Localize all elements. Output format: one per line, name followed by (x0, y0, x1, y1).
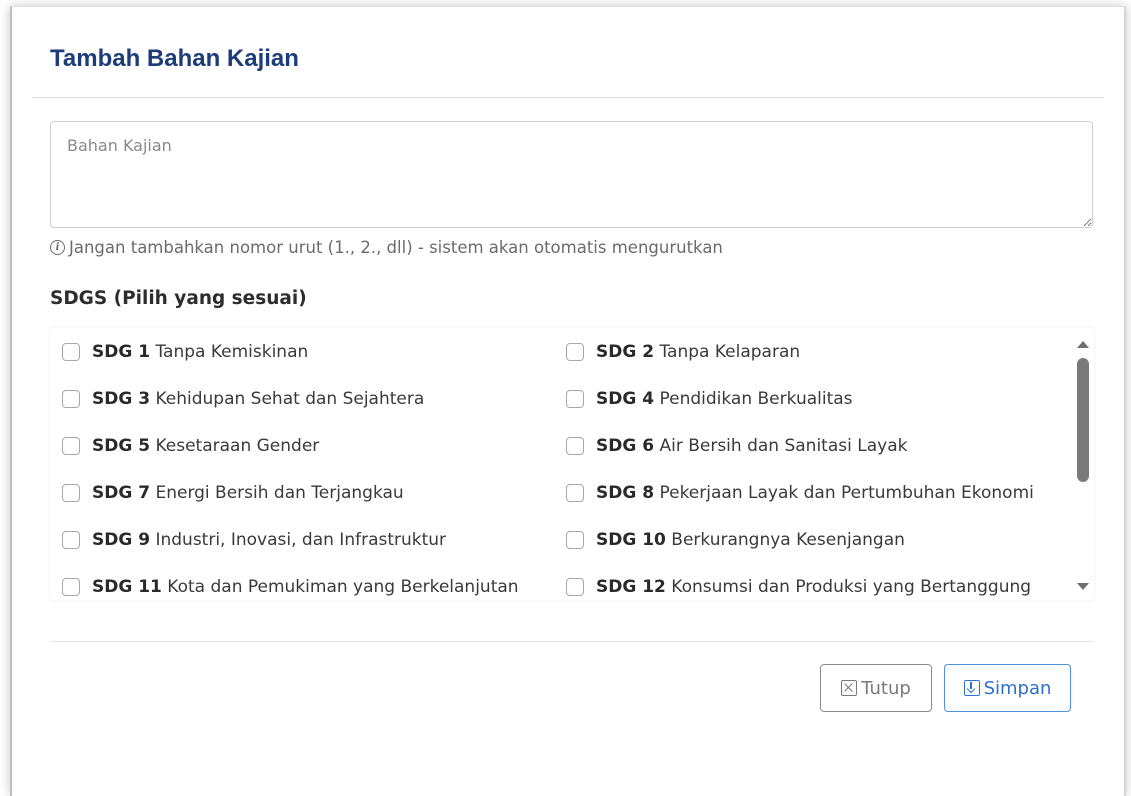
sdg-checkbox-item[interactable]: SDG 9 Industri, Inovasi, dan Infrastrukt… (50, 516, 554, 563)
scroll-down-arrow-icon[interactable] (1077, 583, 1089, 590)
sdg-name: Pendidikan Berkualitas (659, 388, 853, 409)
sdg-label: SDG 12 Konsumsi dan Produksi yang Bertan… (596, 577, 1031, 597)
sdgs-section-label: SDGS (Pilih yang sesuai) (50, 288, 307, 309)
sdg-name: Konsumsi dan Produksi yang Bertanggung (671, 576, 1032, 597)
sdg-label: SDG 3 Kehidupan Sehat dan Sejahtera (92, 389, 424, 409)
sdg-label: SDG 7 Energi Bersih dan Terjangkau (92, 483, 404, 503)
info-circle-icon: i (50, 239, 65, 255)
sdg-label: SDG 4 Pendidikan Berkualitas (596, 389, 853, 409)
sdg-checkbox[interactable] (566, 577, 584, 596)
sdg-code: SDG 1 (92, 341, 151, 362)
sdg-name: Tanpa Kelaparan (659, 341, 801, 362)
close-box-icon (841, 680, 858, 696)
sdgs-checkbox-list[interactable]: SDG 1 Tanpa Kemiskinan SDG 2 Tanpa Kelapa… (50, 328, 1094, 600)
sdg-label: SDG 10 Berkurangnya Kesenjangan (596, 530, 905, 550)
sdg-name: Air Bersih dan Sanitasi Layak (659, 435, 908, 456)
sdg-checkbox-item[interactable]: SDG 8 Pekerjaan Layak dan Pertumbuhan Ek… (554, 469, 1072, 516)
sdg-checkbox[interactable] (62, 530, 80, 549)
sdg-checkbox-item[interactable]: SDG 5 Kesetaraan Gender (50, 422, 554, 469)
sdg-code: SDG 4 (596, 388, 655, 409)
modal-dialog: Tambah Bahan Kajian i Jangan tambahkan n… (10, 6, 1126, 796)
close-button[interactable]: Tutup (820, 664, 932, 712)
sdg-checkbox-item[interactable]: SDG 6 Air Bersih dan Sanitasi Layak (554, 422, 1072, 469)
sdg-label: SDG 8 Pekerjaan Layak dan Pertumbuhan Ek… (596, 483, 1034, 503)
sdg-code: SDG 11 (92, 576, 162, 597)
sdg-checkbox-item[interactable]: SDG 10 Berkurangnya Kesenjangan (554, 516, 1072, 563)
sdg-checkbox-item[interactable]: SDG 7 Energi Bersih dan Terjangkau (50, 469, 554, 516)
sdg-code: SDG 3 (92, 388, 151, 409)
sdg-checkbox[interactable] (566, 389, 584, 408)
sdg-name: Pekerjaan Layak dan Pertumbuhan Ekonomi (659, 482, 1034, 503)
sdg-checkbox[interactable] (566, 483, 584, 502)
bahan-kajian-textarea[interactable] (50, 121, 1093, 228)
sdg-checkbox-item[interactable]: SDG 1 Tanpa Kemiskinan (50, 328, 554, 375)
scroll-thumb[interactable] (1077, 358, 1089, 482)
save-download-icon (963, 680, 980, 696)
sdgs-scrollbar[interactable] (1072, 328, 1094, 600)
input-hint: i Jangan tambahkan nomor urut (1., 2., d… (50, 236, 723, 258)
sdg-label: SDG 6 Air Bersih dan Sanitasi Layak (596, 436, 907, 456)
sdg-label: SDG 2 Tanpa Kelaparan (596, 342, 800, 362)
sdg-checkbox-item[interactable]: SDG 11 Kota dan Pemukiman yang Berkelanj… (50, 563, 554, 600)
sdg-code: SDG 6 (596, 435, 655, 456)
footer-divider (50, 641, 1094, 642)
modal-header: Tambah Bahan Kajian (32, 7, 1104, 98)
sdg-label: SDG 9 Industri, Inovasi, dan Infrastrukt… (92, 530, 446, 550)
sdg-code: SDG 12 (596, 576, 666, 597)
sdg-code: SDG 8 (596, 482, 655, 503)
sdg-checkbox[interactable] (62, 436, 80, 455)
sdg-name: Energi Bersih dan Terjangkau (155, 482, 404, 503)
save-button[interactable]: Simpan (944, 664, 1071, 712)
sdg-label: SDG 5 Kesetaraan Gender (92, 436, 319, 456)
sdg-checkbox[interactable] (566, 436, 584, 455)
sdg-label: SDG 1 Tanpa Kemiskinan (92, 342, 308, 362)
sdgs-grid: SDG 1 Tanpa Kemiskinan SDG 2 Tanpa Kelapa… (50, 328, 1072, 600)
sdg-checkbox[interactable] (62, 483, 80, 502)
sdg-checkbox[interactable] (566, 530, 584, 549)
sdg-checkbox[interactable] (62, 389, 80, 408)
sdg-code: SDG 5 (92, 435, 151, 456)
modal-title: Tambah Bahan Kajian (50, 45, 299, 72)
sdg-checkbox-item[interactable]: SDG 12 Konsumsi dan Produksi yang Bertan… (554, 563, 1072, 600)
sdg-name: Kesetaraan Gender (155, 435, 320, 456)
close-button-label: Tutup (861, 677, 911, 699)
sdg-label: SDG 11 Kota dan Pemukiman yang Berkelanj… (92, 577, 519, 597)
sdg-checkbox[interactable] (566, 342, 584, 361)
sdg-checkbox-item[interactable]: SDG 3 Kehidupan Sehat dan Sejahtera (50, 375, 554, 422)
save-button-label: Simpan (983, 677, 1052, 699)
sdg-code: SDG 7 (92, 482, 151, 503)
sdg-code: SDG 9 (92, 529, 151, 550)
hint-text: Jangan tambahkan nomor urut (1., 2., dll… (69, 237, 723, 257)
sdg-name: Kota dan Pemukiman yang Berkelanjutan (167, 576, 519, 597)
sdg-name: Tanpa Kemiskinan (155, 341, 309, 362)
sdg-name: Industri, Inovasi, dan Infrastruktur (155, 529, 447, 550)
sdg-checkbox[interactable] (62, 342, 80, 361)
scroll-up-arrow-icon[interactable] (1077, 341, 1089, 348)
sdg-checkbox-item[interactable]: SDG 4 Pendidikan Berkualitas (554, 375, 1072, 422)
sdg-code: SDG 2 (596, 341, 655, 362)
sdg-code: SDG 10 (596, 529, 666, 550)
sdg-checkbox[interactable] (62, 577, 80, 596)
sdg-name: Kehidupan Sehat dan Sejahtera (155, 388, 425, 409)
sdg-checkbox-item[interactable]: SDG 2 Tanpa Kelaparan (554, 328, 1072, 375)
sdg-name: Berkurangnya Kesenjangan (671, 529, 905, 550)
